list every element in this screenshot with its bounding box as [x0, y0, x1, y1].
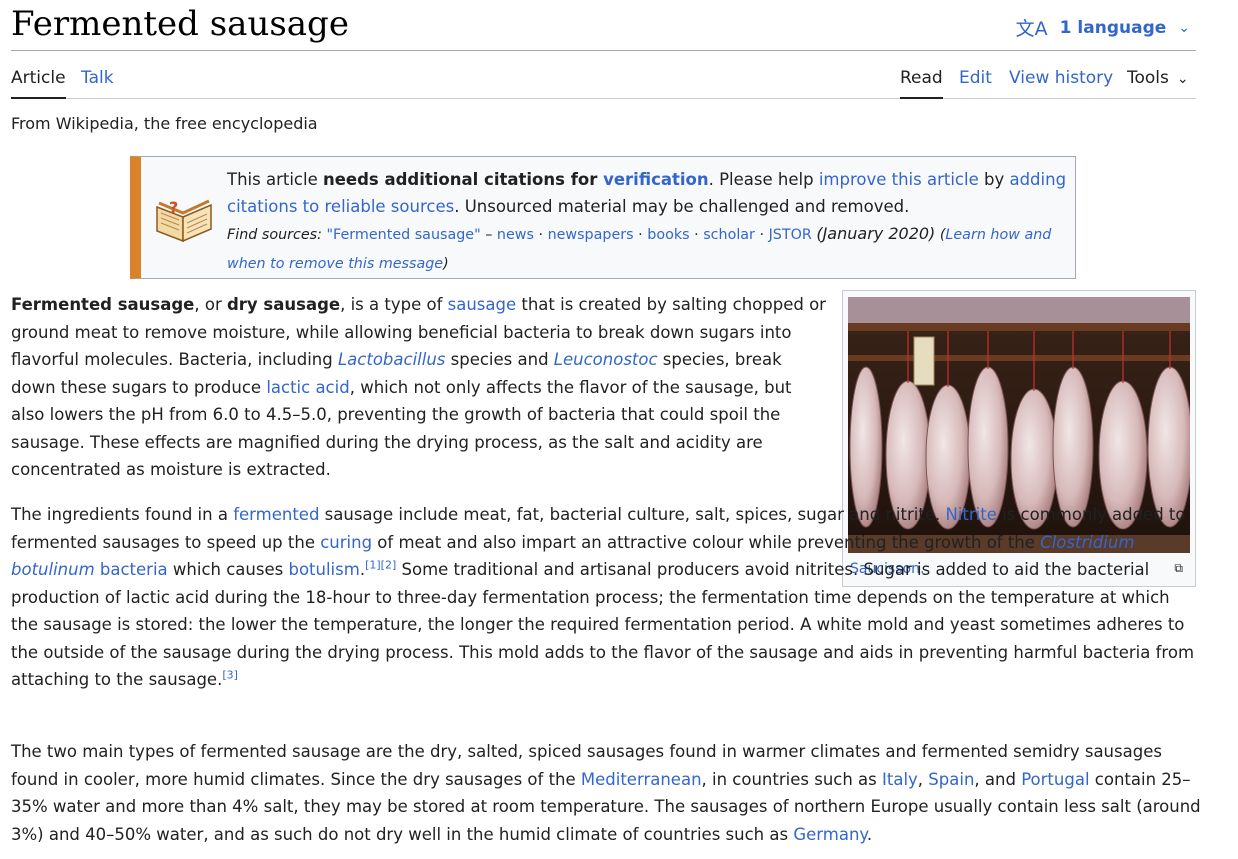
notice-bold: needs additional citations for: [322, 170, 604, 189]
text-run: The ingredients found in a: [11, 505, 234, 524]
source-newspapers-link[interactable]: newspapers: [548, 227, 634, 243]
term-bold: Fermented sausage: [11, 295, 195, 314]
source-query-link[interactable]: "Fermented sausage": [326, 227, 480, 243]
link-nitrite[interactable]: Nitrite: [945, 505, 996, 524]
link-fermented[interactable]: fermented: [233, 505, 319, 524]
notice-text-part: This article: [227, 170, 323, 189]
language-label: 1 language: [1059, 17, 1167, 38]
reference-2[interactable]: [2]: [381, 559, 397, 572]
tab-article[interactable]: Article: [11, 68, 66, 99]
translate-icon: 文A: [1015, 18, 1048, 40]
text-run: which causes: [167, 560, 289, 579]
tab-edit[interactable]: Edit: [959, 68, 992, 97]
link-mediterranean[interactable]: Mediterranean: [581, 770, 702, 789]
title-bar: Fermented sausage 文A 1 language ⌄: [11, 0, 1196, 51]
link-curing[interactable]: curing: [320, 533, 372, 552]
find-sources-label: Find sources:: [227, 227, 322, 243]
link-italy[interactable]: Italy: [882, 770, 918, 789]
link-portugal[interactable]: Portugal: [1021, 770, 1089, 789]
link-leuconostoc[interactable]: Leuconostoc: [554, 350, 658, 369]
tab-read[interactable]: Read: [900, 68, 943, 99]
text-run: , in countries such as: [701, 769, 882, 789]
link-germany[interactable]: Germany: [793, 825, 867, 844]
link-sausage[interactable]: sausage: [448, 295, 517, 314]
link-spain[interactable]: Spain: [928, 770, 974, 789]
link-lactobacillus[interactable]: Lactobacillus: [338, 350, 445, 369]
notice-text: This article needs additional citations …: [227, 166, 1072, 278]
reference-3[interactable]: [3]: [222, 669, 238, 682]
source-scholar-link[interactable]: scholar: [703, 227, 755, 243]
notice-date: (January 2020): [816, 224, 936, 243]
find-sources-line: Find sources: "Fermented sausage" – news…: [227, 224, 1052, 272]
notice-text-part: . Please help: [708, 170, 819, 189]
tab-talk[interactable]: Talk: [81, 68, 114, 97]
language-button[interactable]: 文A 1 language ⌄: [1016, 14, 1190, 41]
tools-menu[interactable]: Tools ⌄: [1127, 68, 1189, 97]
text-run: , is a type of: [340, 295, 448, 314]
improve-article-link[interactable]: improve this article: [819, 170, 979, 189]
page-title: Fermented sausage: [11, 4, 349, 44]
reference-1[interactable]: [1]: [365, 559, 381, 572]
link-text: Lactobacillus: [337, 350, 446, 369]
notice-text-part: . Unsourced material may be challenged a…: [454, 197, 910, 216]
article-page: Fermented sausage 文A 1 language ⌄ Articl…: [0, 0, 1238, 859]
paragraph-ingredients: The ingredients found in a fermented sau…: [11, 505, 1195, 689]
tab-view-history[interactable]: View history: [1009, 68, 1113, 97]
notice-text-part: by: [978, 170, 1010, 189]
text-run: .: [866, 824, 873, 844]
text-run: , and: [974, 769, 1022, 789]
verification-link[interactable]: verification: [603, 170, 709, 189]
text-run: , or: [194, 295, 227, 314]
term-bold: dry sausage: [226, 295, 341, 314]
page-tabs: Article Talk Read Edit View history Tool…: [11, 58, 1196, 99]
text-run: species and: [445, 350, 554, 369]
source-news-link[interactable]: news: [497, 227, 534, 243]
link-text: bacteria: [94, 560, 168, 579]
link-lactic-acid[interactable]: lactic acid: [266, 378, 349, 397]
source-jstor-link[interactable]: JSTOR: [769, 227, 812, 243]
site-tagline: From Wikipedia, the free encyclopedia: [11, 114, 318, 133]
text-run: of meat and also impart an attractive co…: [372, 532, 1041, 552]
text-run: Some traditional and artisanal producers…: [11, 560, 1195, 689]
link-botulism[interactable]: botulism: [288, 560, 359, 579]
separator: –: [480, 227, 497, 243]
svg-text:?: ?: [169, 198, 178, 217]
chevron-down-icon: ⌄: [1176, 71, 1189, 87]
paragraph-intro: Fermented sausage, or dry sausage, is a …: [11, 291, 826, 484]
link-text: Leuconostoc: [553, 350, 658, 369]
source-books-link[interactable]: books: [647, 227, 689, 243]
text-run: sausage include meat, fat, bacterial cul…: [319, 505, 946, 524]
book-question-icon: ?: [156, 198, 212, 243]
text-run: ,: [917, 769, 929, 789]
citation-notice: ? This article needs additional citation…: [130, 156, 1076, 279]
paragraph-types: The two main types of fermented sausage …: [11, 738, 1201, 848]
chevron-down-icon: ⌄: [1178, 19, 1190, 36]
tools-label: Tools: [1127, 68, 1169, 88]
